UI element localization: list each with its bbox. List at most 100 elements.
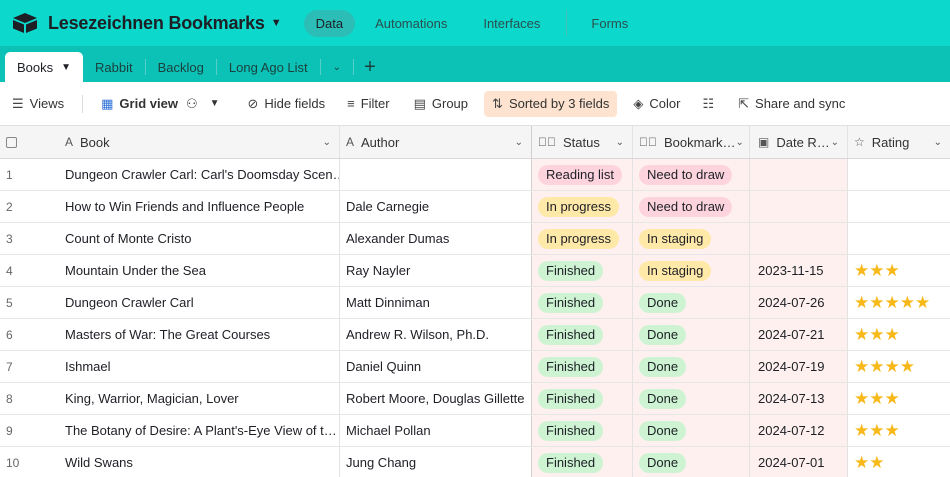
cell-status[interactable]: Finished [532, 351, 633, 382]
cell-bookmark[interactable]: Done [633, 447, 750, 477]
cell-date[interactable] [750, 191, 848, 222]
chevron-down-icon[interactable]: ⌄ [323, 137, 331, 148]
base-title[interactable]: Lesezeichnen Bookmarks [48, 13, 265, 34]
cell-bookmark[interactable]: In staging [633, 223, 750, 254]
cell-date[interactable] [750, 223, 848, 254]
cell-author[interactable]: Ray Nayler [340, 255, 532, 286]
nav-data[interactable]: Data [303, 9, 356, 37]
cell-status[interactable]: Finished [532, 415, 633, 446]
cell-date[interactable]: 2024-07-01 [750, 447, 848, 477]
cell-date[interactable] [750, 159, 848, 190]
cell-rating[interactable] [848, 191, 950, 222]
chevron-down-icon[interactable]: ⌄ [934, 137, 942, 148]
cell-status[interactable]: In progress [532, 223, 633, 254]
tab-backlog[interactable]: Backlog [146, 52, 216, 82]
chevron-down-icon[interactable]: ▼ [271, 17, 282, 29]
table-row[interactable]: 7 Ishmael Daniel Quinn Finished Done 202… [0, 351, 950, 383]
add-table-icon[interactable]: + [354, 52, 386, 82]
column-header-date[interactable]: ▣ Date R… ⌄ [750, 126, 848, 158]
chevron-down-icon[interactable]: ⌄ [736, 137, 744, 148]
cell-book[interactable]: Masters of War: The Great Courses [56, 319, 340, 350]
row-height-button[interactable]: ☷ [702, 96, 720, 112]
cell-book[interactable]: How to Win Friends and Influence People [56, 191, 340, 222]
cell-status[interactable]: Finished [532, 255, 633, 286]
select-all-checkbox[interactable] [6, 136, 17, 148]
cell-rating[interactable]: ★★★ [848, 383, 950, 414]
tab-long-ago-list[interactable]: Long Ago List [217, 52, 320, 82]
group-button[interactable]: ▤ Group [414, 96, 468, 112]
cell-date[interactable]: 2024-07-26 [750, 287, 848, 318]
cell-status[interactable]: Reading list [532, 159, 633, 190]
nav-forms[interactable]: Forms [591, 16, 628, 31]
cell-status[interactable]: Finished [532, 447, 633, 477]
cell-book[interactable]: The Botany of Desire: A Plant's-Eye View… [56, 415, 340, 446]
column-header-author[interactable]: A Author ⌄ [340, 126, 532, 158]
cell-book[interactable]: Count of Monte Cristo [56, 223, 340, 254]
cell-author[interactable]: Michael Pollan [340, 415, 532, 446]
cell-author[interactable]: Daniel Quinn [340, 351, 532, 382]
cell-bookmark[interactable]: Done [633, 319, 750, 350]
cell-book[interactable]: Dungeon Crawler Carl [56, 287, 340, 318]
cell-status[interactable]: Finished [532, 287, 633, 318]
cell-book[interactable]: Mountain Under the Sea [56, 255, 340, 286]
table-row[interactable]: 8 King, Warrior, Magician, Lover Robert … [0, 383, 950, 415]
chevron-down-icon[interactable]: ⌄ [831, 137, 839, 148]
cell-rating[interactable] [848, 223, 950, 254]
cell-rating[interactable]: ★★★ [848, 255, 950, 286]
table-row[interactable]: 2 How to Win Friends and Influence Peopl… [0, 191, 950, 223]
cell-author[interactable]: Matt Dinniman [340, 287, 532, 318]
cell-rating[interactable]: ★★★ [848, 319, 950, 350]
cell-date[interactable]: 2024-07-12 [750, 415, 848, 446]
nav-automations[interactable]: Automations [375, 16, 447, 31]
table-row[interactable]: 6 Masters of War: The Great Courses Andr… [0, 319, 950, 351]
column-header-status[interactable]: ⌄⃝ Status ⌄ [532, 126, 633, 158]
grid-view-button[interactable]: ▦ Grid view ⚇ ▼ [101, 96, 219, 112]
column-header-rating[interactable]: ☆ Rating ⌄ [848, 126, 950, 158]
table-row[interactable]: 5 Dungeon Crawler Carl Matt Dinniman Fin… [0, 287, 950, 319]
color-button[interactable]: ◈ Color [633, 96, 680, 112]
table-row[interactable]: 3 Count of Monte Cristo Alexander Dumas … [0, 223, 950, 255]
column-header-bookmark[interactable]: ⌄⃝ Bookmark… ⌄ [633, 126, 750, 158]
cell-author[interactable]: Robert Moore, Douglas Gillette [340, 383, 532, 414]
select-all-cell[interactable] [0, 126, 56, 158]
cell-bookmark[interactable]: Need to draw [633, 191, 750, 222]
cell-rating[interactable]: ★★★ [848, 415, 950, 446]
cell-status[interactable]: In progress [532, 191, 633, 222]
table-row[interactable]: 1 Dungeon Crawler Carl: Carl's Doomsday … [0, 159, 950, 191]
cell-author[interactable] [340, 159, 532, 190]
cell-author[interactable]: Jung Chang [340, 447, 532, 477]
more-tabs-button[interactable]: ⌄ [321, 52, 353, 82]
table-row[interactable]: 4 Mountain Under the Sea Ray Nayler Fini… [0, 255, 950, 287]
cell-author[interactable]: Andrew R. Wilson, Ph.D. [340, 319, 532, 350]
cell-status[interactable]: Finished [532, 319, 633, 350]
table-row[interactable]: 10 Wild Swans Jung Chang Finished Done 2… [0, 447, 950, 477]
tab-rabbit[interactable]: Rabbit [83, 52, 145, 82]
cell-date[interactable]: 2024-07-13 [750, 383, 848, 414]
cell-date[interactable]: 2024-07-21 [750, 319, 848, 350]
cell-bookmark[interactable]: Done [633, 287, 750, 318]
cell-rating[interactable] [848, 159, 950, 190]
chevron-down-icon[interactable]: ⌄ [515, 137, 523, 148]
cell-bookmark[interactable]: Done [633, 415, 750, 446]
cell-date[interactable]: 2023-11-15 [750, 255, 848, 286]
cell-date[interactable]: 2024-07-19 [750, 351, 848, 382]
cell-author[interactable]: Alexander Dumas [340, 223, 532, 254]
cell-book[interactable]: Ishmael [56, 351, 340, 382]
cell-book[interactable]: King, Warrior, Magician, Lover [56, 383, 340, 414]
cell-bookmark[interactable]: Need to draw [633, 159, 750, 190]
cell-bookmark[interactable]: Done [633, 383, 750, 414]
cell-status[interactable]: Finished [532, 383, 633, 414]
cell-book[interactable]: Dungeon Crawler Carl: Carl's Doomsday Sc… [56, 159, 340, 190]
views-button[interactable]: ☰ Views [12, 96, 64, 112]
chevron-down-icon[interactable]: ▼ [61, 62, 71, 73]
chevron-down-icon[interactable]: ⌄ [616, 137, 624, 148]
filter-button[interactable]: ≡ Filter [347, 96, 389, 111]
cell-bookmark[interactable]: Done [633, 351, 750, 382]
cell-rating[interactable]: ★★★★★ [848, 287, 950, 318]
tab-books[interactable]: Books ▼ [5, 52, 84, 82]
cell-rating[interactable]: ★★ [848, 447, 950, 477]
base-logo-icon[interactable] [12, 12, 38, 34]
cell-rating[interactable]: ★★★★ [848, 351, 950, 382]
cell-author[interactable]: Dale Carnegie [340, 191, 532, 222]
cell-bookmark[interactable]: In staging [633, 255, 750, 286]
